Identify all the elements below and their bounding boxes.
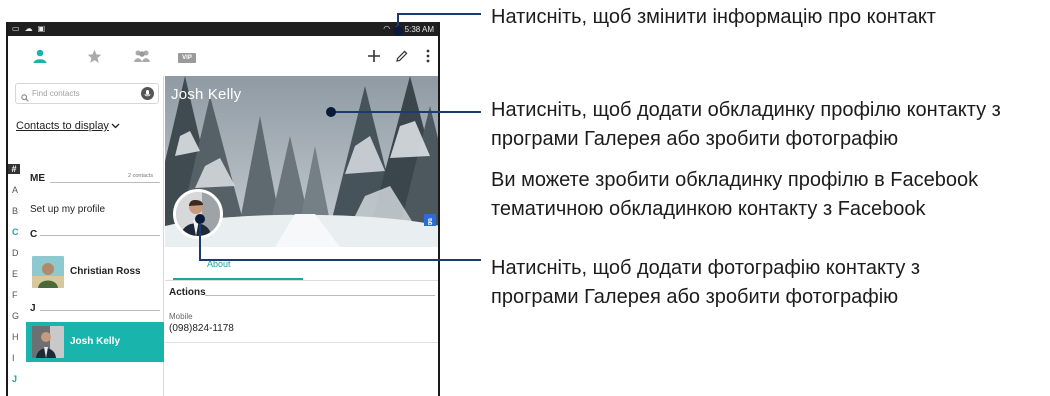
- contact-row-josh-kelly[interactable]: Josh Kelly: [26, 322, 164, 362]
- contact-avatar: [32, 326, 64, 358]
- index-letter[interactable]: A: [12, 185, 18, 195]
- status-time: 5:38 AM: [404, 24, 434, 34]
- image-icon: ▣: [37, 24, 46, 33]
- contact-name: Josh Kelly: [70, 336, 121, 347]
- setup-profile-link[interactable]: Set up my profile: [30, 204, 105, 215]
- section-header-c: C: [30, 229, 38, 240]
- callout-marker: [195, 214, 205, 224]
- section-divider: [50, 182, 160, 183]
- index-letter[interactable]: #: [8, 164, 20, 174]
- notification-icon: ▭: [12, 24, 20, 33]
- contact-detail-pane: Josh Kelly g About Actions Mobile (098)8…: [165, 76, 438, 396]
- alphabet-index[interactable]: # A B C D E F G H I J K: [8, 164, 23, 396]
- tablet-screen: ▭ ☁ ▣ ◠ ▯ 5:38 AM VIP: [6, 22, 440, 396]
- callout-line: [397, 13, 481, 15]
- edit-icon[interactable]: [390, 44, 414, 68]
- contact-name-heading: Josh Kelly: [171, 86, 242, 103]
- contact-count: 2 contacts: [128, 173, 154, 179]
- person-icon[interactable]: [28, 44, 52, 68]
- index-letter[interactable]: H: [12, 332, 19, 342]
- callout-marker: [393, 26, 403, 36]
- detail-tabs: About: [165, 247, 438, 281]
- chevron-down-icon: [111, 121, 120, 131]
- star-icon[interactable]: [82, 44, 106, 68]
- search-input[interactable]: Find contacts: [15, 83, 159, 104]
- status-bar: ▭ ☁ ▣ ◠ ▯ 5:38 AM: [8, 22, 438, 36]
- phone-type-label: Mobile: [169, 312, 193, 321]
- search-placeholder: Find contacts: [32, 89, 80, 98]
- contacts-to-display-label: Contacts to display: [16, 120, 109, 132]
- vip-icon[interactable]: VIP: [178, 53, 196, 63]
- contact-list-pane: Find contacts Contacts to display # A B …: [8, 76, 164, 396]
- contact-row-christian-ross[interactable]: Christian Ross: [26, 252, 164, 292]
- group-icon[interactable]: [130, 44, 154, 68]
- section-divider: [40, 310, 160, 311]
- contact-name: Christian Ross: [70, 266, 141, 277]
- callout-cover-text: Натисніть, щоб додати обкладинку профілю…: [491, 99, 1001, 150]
- phone-number[interactable]: (098)824-1178: [169, 323, 234, 334]
- tab-indicator: [173, 278, 303, 280]
- search-icon: [21, 89, 29, 107]
- cover-photo[interactable]: Josh Kelly g: [165, 76, 438, 247]
- callout-line: [199, 259, 481, 261]
- index-letter[interactable]: C: [12, 227, 19, 237]
- callout-line: [199, 224, 201, 260]
- callout-edit-text: Натисніть, щоб змінити інформацію про ко…: [491, 6, 936, 28]
- google-badge-icon: g: [424, 214, 436, 226]
- section-divider: [40, 235, 160, 236]
- callout-photo-text: Натисніть, щоб додати фотографію контакт…: [491, 257, 921, 308]
- callout-marker: [326, 107, 336, 117]
- section-header-me: ME: [30, 173, 45, 184]
- index-letter[interactable]: D: [12, 248, 19, 258]
- more-icon[interactable]: [416, 44, 438, 68]
- index-letter[interactable]: J: [12, 374, 17, 384]
- actions-heading: Actions: [169, 287, 206, 298]
- microphone-icon[interactable]: [141, 87, 154, 100]
- index-letter[interactable]: F: [12, 290, 18, 300]
- cloud-icon: ☁: [24, 24, 33, 33]
- index-letter[interactable]: B: [12, 206, 18, 216]
- contacts-to-display-dropdown[interactable]: Contacts to display: [16, 120, 120, 132]
- app-bar: VIP: [8, 36, 438, 76]
- index-letter[interactable]: I: [12, 353, 15, 363]
- section-header-j: J: [30, 303, 36, 314]
- callout-facebook-text: Ви можете зробити обкладинку профілю в F…: [491, 169, 979, 220]
- wifi-icon: ◠: [383, 24, 391, 33]
- actions-divider: [205, 295, 435, 296]
- callout-line: [331, 111, 481, 113]
- index-letter[interactable]: E: [12, 269, 18, 279]
- field-divider: [165, 342, 438, 343]
- index-letter[interactable]: G: [12, 311, 19, 321]
- contact-avatar: [32, 256, 64, 288]
- add-icon[interactable]: [362, 44, 386, 68]
